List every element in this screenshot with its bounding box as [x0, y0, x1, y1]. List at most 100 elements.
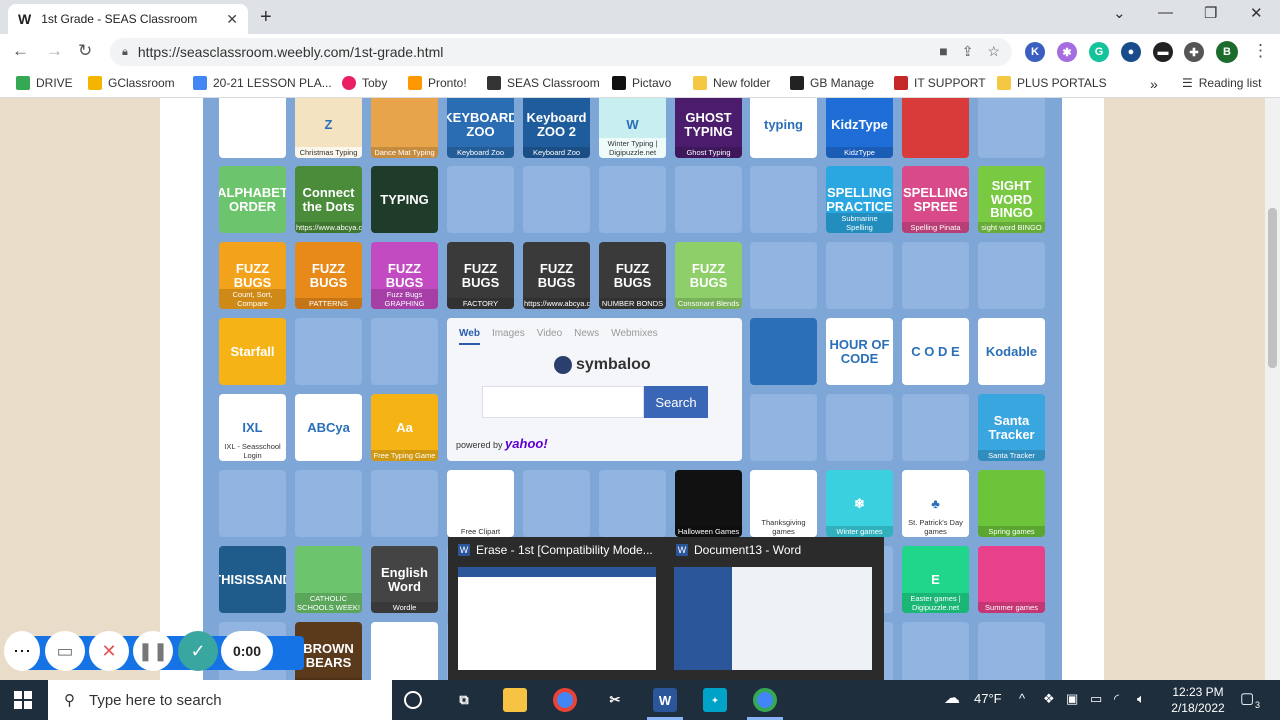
app-tile[interactable]: SIGHT WORD BINGO sight word BINGO: [978, 166, 1045, 233]
preview-document13[interactable]: W Document13 - Word: [666, 537, 884, 680]
scrollbar-thumb[interactable]: [1268, 208, 1277, 368]
app-tile[interactable]: TYPING: [371, 166, 438, 233]
share-icon[interactable]: ⇪: [962, 43, 974, 60]
task-view-icon[interactable]: ⧉: [452, 688, 476, 712]
app-tile[interactable]: Christmas: [371, 622, 438, 680]
app-tile[interactable]: IXL IXL - Seasschool Login: [219, 394, 286, 461]
page-scrollbar[interactable]: [1265, 98, 1280, 680]
back-icon[interactable]: ←: [12, 41, 29, 61]
app-tile[interactable]: CATHOLIC SCHOOLS WEEK!: [295, 546, 362, 613]
app-tile[interactable]: FUZZ BUGS NUMBER BONDS: [599, 242, 666, 309]
camera-icon[interactable]: ■: [939, 43, 947, 60]
menu-kebab-icon[interactable]: ⋮: [1252, 41, 1269, 61]
search-tab-images[interactable]: Images: [492, 328, 525, 345]
app-tile[interactable]: Keyboard ZOO 2 Keyboard Zoo: [523, 98, 590, 158]
app-tile[interactable]: SPELLING PRACTICE Submarine Spelling: [826, 166, 893, 233]
minimize-icon[interactable]: —: [1158, 4, 1173, 21]
app-tile[interactable]: W Winter Typing | Digipuzzle.net: [599, 98, 666, 158]
app-tile[interactable]: Starfall: [219, 318, 286, 385]
browser-tab[interactable]: W 1st Grade - SEAS Classroom ✕: [8, 4, 248, 34]
search-input[interactable]: [482, 386, 644, 418]
app-tile[interactable]: FUZZ BUGS FACTORY: [447, 242, 514, 309]
notifications-icon[interactable]: ▢: [1240, 689, 1254, 707]
dropbox-icon[interactable]: ❖: [1043, 691, 1055, 707]
bookmark-drive[interactable]: DRIVE: [16, 76, 73, 90]
bookmark-seas-classroom[interactable]: SEAS Classroom: [487, 76, 600, 90]
tray-app-icon[interactable]: ▣: [1066, 691, 1078, 707]
app-tile[interactable]: [750, 318, 817, 385]
wifi-icon[interactable]: ◜: [1114, 691, 1119, 707]
search-tab-video[interactable]: Video: [537, 328, 562, 345]
windows-start-icon[interactable]: [14, 691, 32, 709]
search-tab-news[interactable]: News: [574, 328, 599, 345]
app-tile[interactable]: English Word Wordle: [371, 546, 438, 613]
bookmark-star-icon[interactable]: ☆: [987, 43, 1000, 60]
bookmark-new-folder[interactable]: New folder: [693, 76, 770, 90]
app-tile[interactable]: KidzType KidzType: [826, 98, 893, 158]
nearpod-icon[interactable]: ✦: [703, 688, 727, 712]
app-tile[interactable]: FUZZ BUGShttps://www.abcya.com/games/fu: [523, 242, 590, 309]
app-tile[interactable]: ❄ Winter games: [826, 470, 893, 537]
app-tile[interactable]: C O D E: [902, 318, 969, 385]
app-tile[interactable]: ABCya: [295, 394, 362, 461]
app-tile[interactable]: KEYBOARD ZOO Keyboard Zoo: [447, 98, 514, 158]
close-tab-icon[interactable]: ✕: [226, 11, 238, 28]
bookmark-pictavo[interactable]: Pictavo: [612, 76, 671, 90]
app-tile[interactable]: [219, 98, 286, 158]
preview-erase-document[interactable]: W Erase - 1st [Compatibility Mode...: [448, 537, 666, 680]
extension-k-icon[interactable]: K: [1025, 42, 1045, 62]
recorder-done-icon[interactable]: ✓: [178, 631, 218, 671]
chrome-icon[interactable]: [553, 688, 577, 712]
bookmark-toby[interactable]: Toby: [342, 76, 387, 90]
restore-icon[interactable]: ❐: [1204, 4, 1217, 22]
app-tile[interactable]: Z Christmas Typing: [295, 98, 362, 158]
recorder-more-icon[interactable]: ⋯: [4, 631, 40, 671]
bookmark-gclassroom[interactable]: GClassroom: [88, 76, 175, 90]
app-tile[interactable]: E Easter games | Digipuzzle.net: [902, 546, 969, 613]
close-window-icon[interactable]: ✕: [1250, 4, 1263, 22]
address-bar[interactable]: 🔒︎ https://seasclassroom.weebly.com/1st-…: [110, 38, 1012, 66]
chrome-profile-icon[interactable]: [753, 688, 777, 712]
app-tile[interactable]: Thanksgiving games: [750, 470, 817, 537]
app-tile[interactable]: Dance Mat Typing: [371, 98, 438, 158]
app-tile[interactable]: Spring games: [978, 470, 1045, 537]
word-taskbar-icon[interactable]: W: [653, 688, 677, 712]
app-tile[interactable]: FUZZ BUGS Fuzz Bugs GRAPHING: [371, 242, 438, 309]
app-tile[interactable]: FUZZ BUGS Consonant Blends: [675, 242, 742, 309]
grammarly-icon[interactable]: G: [1089, 42, 1109, 62]
bookmark-gb-manage[interactable]: GB Manage: [790, 76, 874, 90]
app-tile[interactable]: FUZZ BUGS Count, Sort, Compare: [219, 242, 286, 309]
app-tile[interactable]: Halloween Games: [675, 470, 742, 537]
app-tile[interactable]: Free Clipart: [447, 470, 514, 537]
tab-search-icon[interactable]: ⌄: [1113, 4, 1126, 22]
app-tile[interactable]: BROWN BEARSLive Webcams: [295, 622, 362, 680]
extension-gamepad-icon[interactable]: ▬: [1153, 42, 1173, 62]
recorder-camera-icon[interactable]: ▭: [45, 631, 85, 671]
recorder-cancel-icon[interactable]: ✕: [89, 631, 129, 671]
forward-icon[interactable]: →: [46, 41, 63, 61]
app-tile[interactable]: [902, 98, 969, 158]
new-tab-icon[interactable]: +: [260, 6, 272, 29]
search-tab-web[interactable]: Web: [459, 328, 480, 345]
extension-flower-icon[interactable]: ✱: [1057, 42, 1077, 62]
snipping-tool-icon[interactable]: ✂: [603, 688, 627, 712]
app-tile[interactable]: ♣ St. Patrick's Day games: [902, 470, 969, 537]
app-tile[interactable]: Connect the Dotshttps://www.abcya.com/ga…: [295, 166, 362, 233]
app-tile[interactable]: typing: [750, 98, 817, 158]
app-tile[interactable]: THISISSAND: [219, 546, 286, 613]
show-hidden-icons[interactable]: ^: [1019, 691, 1025, 706]
bookmark-it-support[interactable]: IT SUPPORT: [894, 76, 986, 90]
app-tile[interactable]: FUZZ BUGS PATTERNS: [295, 242, 362, 309]
app-tile[interactable]: GHOST TYPING Ghost Typing: [675, 98, 742, 158]
extension-screencast-icon[interactable]: ●: [1121, 42, 1141, 62]
cortana-icon[interactable]: [404, 691, 422, 709]
extensions-puzzle-icon[interactable]: ✚: [1184, 42, 1204, 62]
taskbar-search-box[interactable]: ⚲ Type here to search: [48, 680, 392, 720]
app-tile[interactable]: ALPHABET ORDER: [219, 166, 286, 233]
file-explorer-icon[interactable]: [503, 688, 527, 712]
bookmarks-more-button[interactable]: »: [1150, 76, 1158, 92]
reading-list-button[interactable]: ☰ Reading list: [1182, 76, 1261, 90]
weather-icon[interactable]: ☁: [944, 688, 960, 708]
app-tile[interactable]: HOUR OF CODE: [826, 318, 893, 385]
reload-icon[interactable]: ↻: [78, 41, 92, 61]
